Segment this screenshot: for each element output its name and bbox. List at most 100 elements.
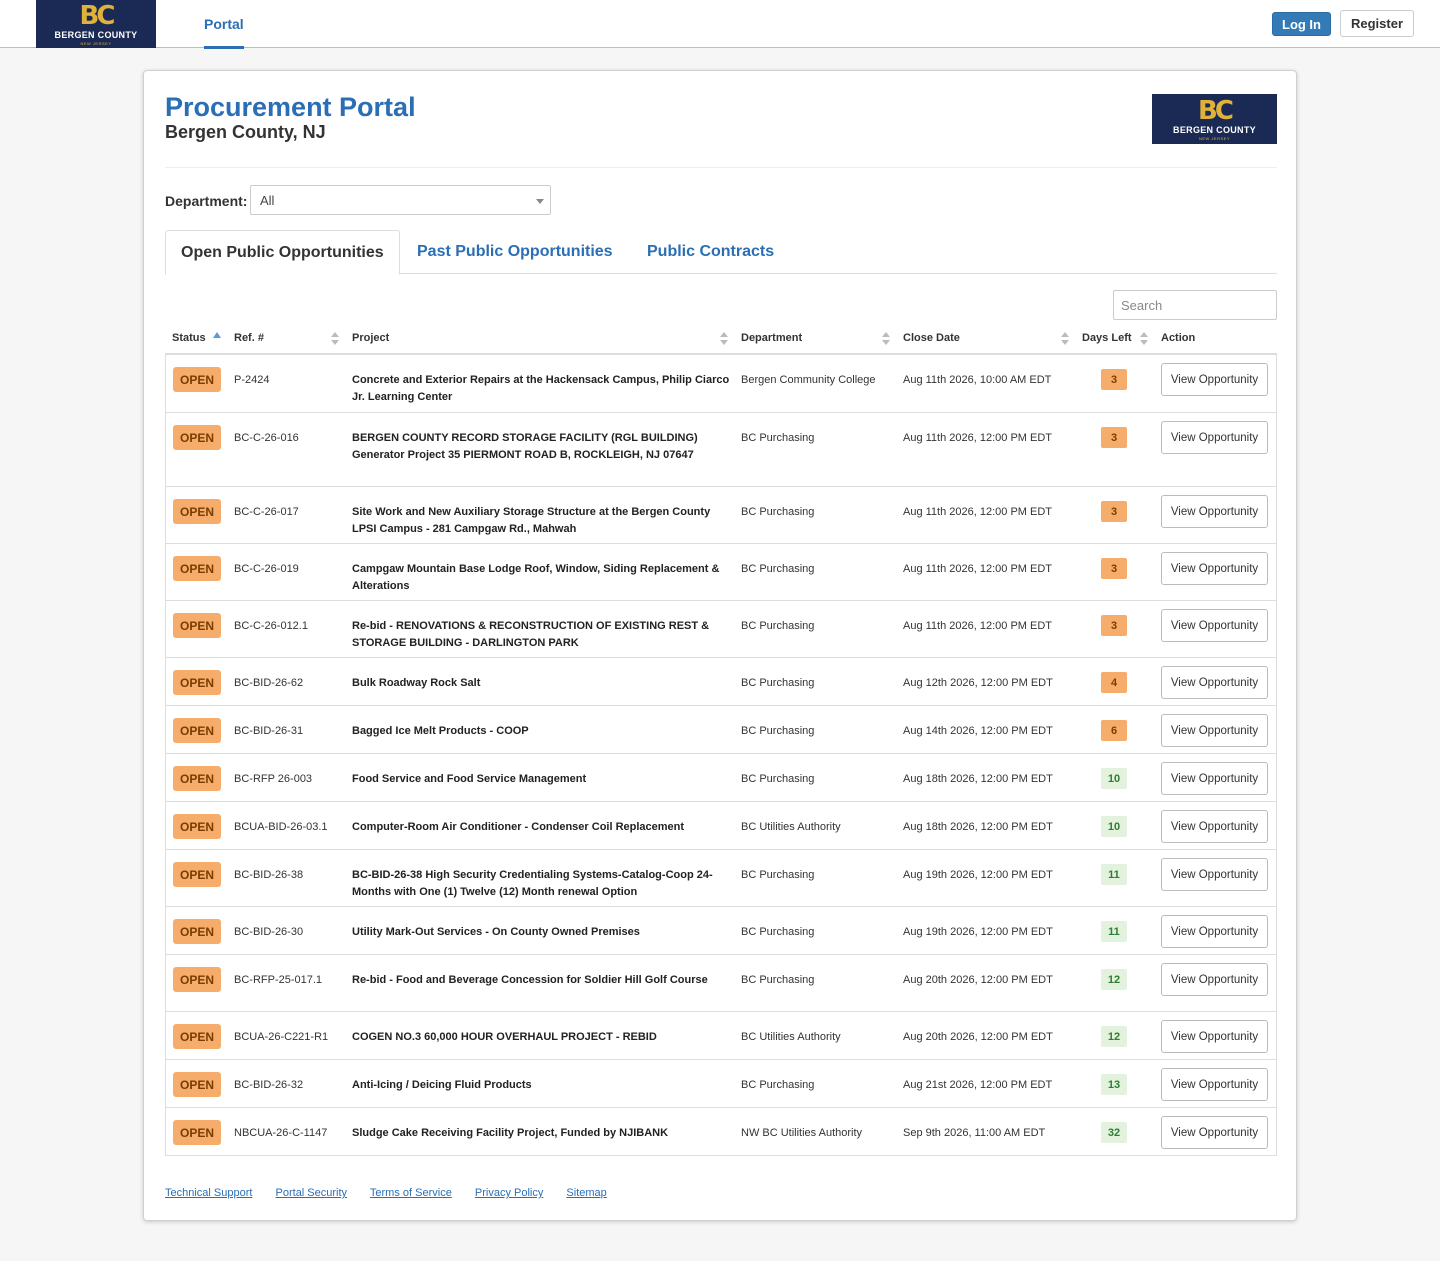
column-header-department[interactable]: Department [741, 332, 802, 344]
sort-icon[interactable] [1140, 332, 1148, 346]
column-header-days-left[interactable]: Days Left [1082, 332, 1132, 344]
footer-links: Technical Support Portal Security Terms … [165, 1187, 627, 1199]
footer-link-technical-support[interactable]: Technical Support [165, 1187, 252, 1199]
footer-link-sitemap[interactable]: Sitemap [566, 1187, 606, 1199]
view-opportunity-button[interactable]: View Opportunity [1161, 762, 1268, 795]
sort-icon[interactable] [1061, 332, 1069, 346]
view-opportunity-button[interactable]: View Opportunity [1161, 363, 1268, 396]
department-name: BC Purchasing [741, 1079, 815, 1091]
view-opportunity-button[interactable]: View Opportunity [1161, 1116, 1268, 1149]
table-row: OPEN BC-C-26-017 Site Work and New Auxilia… [166, 486, 1276, 543]
department-name: BC Purchasing [741, 974, 815, 986]
view-opportunity-button[interactable]: View Opportunity [1161, 963, 1268, 996]
tab-past-public-opportunities[interactable]: Past Public Opportunities [417, 230, 613, 274]
tab-public-contracts[interactable]: Public Contracts [647, 230, 774, 274]
days-left-badge: 12 [1101, 969, 1127, 990]
ref-number: BC-RFP-25-017.1 [234, 974, 323, 986]
close-date: Aug 19th 2026, 12:00 PM EDT [903, 869, 1053, 881]
logo-mark: BC [79, 0, 116, 31]
close-date: Sep 9th 2026, 11:00 AM EDT [903, 1127, 1046, 1139]
days-left-badge: 3 [1101, 615, 1127, 636]
status-badge: OPEN [173, 766, 221, 791]
project-title: Re-bid - RENOVATIONS & RECONSTRUCTION OF… [352, 620, 710, 649]
view-opportunity-button[interactable]: View Opportunity [1161, 810, 1268, 843]
sort-ascending-icon[interactable] [213, 332, 221, 338]
days-left-badge: 3 [1101, 427, 1127, 448]
footer-link-terms-of-service[interactable]: Terms of Service [370, 1187, 452, 1199]
sort-icon[interactable] [720, 332, 728, 346]
opportunities-table: Status Ref. # Project Department Close D… [165, 323, 1277, 1156]
status-badge: OPEN [173, 670, 221, 695]
close-date: Aug 12th 2026, 12:00 PM EDT [903, 677, 1053, 689]
ref-number: BC-BID-26-30 [234, 926, 304, 938]
view-opportunity-button[interactable]: View Opportunity [1161, 858, 1268, 891]
column-header-close-date[interactable]: Close Date [903, 332, 960, 344]
footer-link-privacy-policy[interactable]: Privacy Policy [475, 1187, 543, 1199]
status-badge: OPEN [173, 1024, 221, 1049]
close-date: Aug 20th 2026, 12:00 PM EDT [903, 974, 1053, 986]
status-badge: OPEN [173, 967, 221, 992]
logo-mark: BC [1198, 95, 1234, 126]
column-header-ref[interactable]: Ref. # [234, 332, 264, 344]
close-date: Aug 21st 2026, 12:00 PM EDT [903, 1079, 1053, 1091]
days-left-badge: 32 [1101, 1122, 1127, 1143]
view-opportunity-button[interactable]: View Opportunity [1161, 421, 1268, 454]
days-left-badge: 12 [1101, 1026, 1127, 1047]
project-title: BERGEN COUNTY RECORD STORAGE FACILITY (R… [352, 432, 698, 461]
department-name: Bergen Community College [741, 374, 876, 386]
view-opportunity-button[interactable]: View Opportunity [1161, 552, 1268, 585]
department-name: BC Utilities Authority [741, 1031, 841, 1043]
table-row: OPEN BCUA-26-C221-R1 COGEN NO.3 60,000 HOU… [166, 1011, 1276, 1059]
ref-number: BCUA-BID-26-03.1 [234, 821, 328, 833]
column-header-status[interactable]: Status [172, 332, 206, 344]
close-date: Aug 11th 2026, 12:00 PM EDT [903, 620, 1052, 632]
department-name: BC Purchasing [741, 926, 815, 938]
view-opportunity-button[interactable]: View Opportunity [1161, 666, 1268, 699]
days-left-badge: 10 [1101, 768, 1127, 789]
bergen-county-logo[interactable]: BC BERGEN COUNTY NEW JERSEY [36, 0, 156, 48]
register-button[interactable]: Register [1340, 10, 1414, 37]
view-opportunity-button[interactable]: View Opportunity [1161, 714, 1268, 747]
bergen-county-logo-large: BC BERGEN COUNTY NEW JERSEY [1152, 94, 1277, 144]
table-row: OPEN NBCUA-26-C-1147 Sludge Cake Receiving… [166, 1107, 1276, 1155]
days-left-badge: 11 [1101, 864, 1127, 885]
column-header-project[interactable]: Project [352, 332, 389, 344]
status-badge: OPEN [173, 919, 221, 944]
status-badge: OPEN [173, 613, 221, 638]
view-opportunity-button[interactable]: View Opportunity [1161, 915, 1268, 948]
chevron-down-icon [536, 199, 544, 204]
project-title: Utility Mark-Out Services - On County Ow… [352, 926, 640, 938]
view-opportunity-button[interactable]: View Opportunity [1161, 1020, 1268, 1053]
project-title: Bulk Roadway Rock Salt [352, 677, 481, 689]
tab-open-public-opportunities[interactable]: Open Public Opportunities [165, 230, 400, 275]
status-badge: OPEN [173, 425, 221, 450]
project-title: Concrete and Exterior Repairs at the Hac… [352, 374, 730, 403]
close-date: Aug 11th 2026, 12:00 PM EDT [903, 506, 1052, 518]
top-navbar: BC BERGEN COUNTY NEW JERSEY Portal Log I… [0, 0, 1440, 49]
department-select[interactable]: All [250, 185, 551, 215]
view-opportunity-button[interactable]: View Opportunity [1161, 495, 1268, 528]
table-row: OPEN BC-RFP-25-017.1 Re-bid - Food and Bev… [166, 954, 1276, 1011]
login-button[interactable]: Log In [1272, 12, 1331, 36]
sort-icon[interactable] [331, 332, 339, 346]
project-title: Bagged Ice Melt Products - COOP [352, 725, 529, 737]
status-badge: OPEN [173, 367, 221, 392]
table-row: OPEN BC-C-26-016 BERGEN COUNTY RECORD STOR… [166, 412, 1276, 486]
ref-number: BC-BID-26-62 [234, 677, 304, 689]
nav-portal-link[interactable]: Portal [204, 16, 244, 49]
sort-icon[interactable] [882, 332, 890, 346]
project-title: Campgaw Mountain Base Lodge Roof, Window… [352, 563, 720, 592]
days-left-badge: 3 [1101, 558, 1127, 579]
ref-number: BC-C-26-017 [234, 506, 299, 518]
ref-number: BC-BID-26-32 [234, 1079, 304, 1091]
days-left-badge: 3 [1101, 369, 1127, 390]
view-opportunity-button[interactable]: View Opportunity [1161, 609, 1268, 642]
logo-name: BERGEN COUNTY [1173, 124, 1256, 135]
footer-link-portal-security[interactable]: Portal Security [276, 1187, 348, 1199]
close-date: Aug 18th 2026, 12:00 PM EDT [903, 773, 1053, 785]
view-opportunity-button[interactable]: View Opportunity [1161, 1068, 1268, 1101]
department-selected-value: All [260, 192, 275, 208]
project-title: COGEN NO.3 60,000 HOUR OVERHAUL PROJECT … [352, 1031, 657, 1043]
search-input[interactable] [1113, 290, 1277, 320]
header-divider [165, 167, 1277, 168]
